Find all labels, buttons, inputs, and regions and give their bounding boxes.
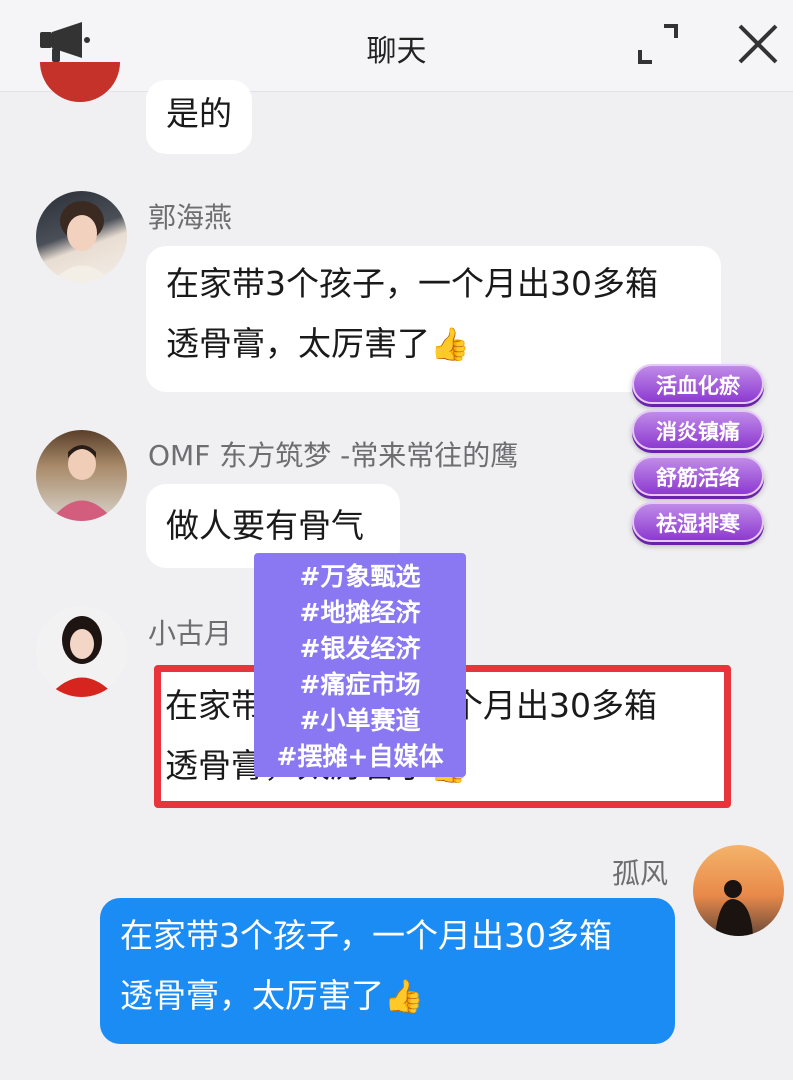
hashtag: #银发经济 <box>299 634 421 663</box>
message-text-line: 透骨膏，太厉害了 <box>166 324 430 363</box>
tag-pill[interactable]: 舒筋活络 <box>632 456 764 496</box>
close-icon[interactable] <box>736 22 780 66</box>
sender-name: 孤风 <box>612 857 669 890</box>
avatar[interactable] <box>693 845 784 936</box>
message-text: 是的 <box>166 94 232 133</box>
avatar[interactable] <box>40 62 120 102</box>
message-text-line: 透骨膏，太厉害了 <box>120 976 384 1015</box>
thumbs-up-icon: 👍 <box>430 325 470 363</box>
message-text: 做人要有骨气 <box>166 506 364 545</box>
tag-pill[interactable]: 祛湿排寒 <box>632 502 764 542</box>
hashtag: #摆摊+自媒体 <box>276 742 444 771</box>
tag-pill[interactable]: 活血化瘀 <box>632 364 764 404</box>
avatar[interactable] <box>36 191 127 282</box>
avatar[interactable] <box>36 430 127 521</box>
hashtag: #万象甄选 <box>299 562 421 591</box>
tag-pill[interactable]: 消炎镇痛 <box>632 410 764 450</box>
message-bubble[interactable]: 是的 <box>146 80 252 154</box>
message-bubble[interactable]: 在家带3个孩子，一个月出30多箱 透骨膏，太厉害了👍 <box>146 246 721 392</box>
hashtag: #地摊经济 <box>299 598 421 627</box>
chat-header: 聊天 <box>0 0 793 92</box>
hashtag: #痛症市场 <box>299 670 421 699</box>
sender-name: OMF 东方筑梦 -常来常往的鹰 <box>148 439 519 472</box>
my-message-bubble[interactable]: 在家带3个孩子，一个月出30多箱 透骨膏，太厉害了👍 <box>100 898 675 1044</box>
expand-icon[interactable] <box>636 22 680 66</box>
avatar[interactable] <box>36 606 127 697</box>
message-text-line: 在家带3个孩子，一个月出30多箱 <box>120 916 612 955</box>
hashtag-overlay: #万象甄选 #地摊经济 #银发经济 #痛症市场 #小单赛道 #摆摊+自媒体 <box>254 553 466 777</box>
thumbs-up-icon: 👍 <box>384 977 424 1015</box>
sender-name: 小古月 <box>148 617 233 650</box>
message-text-line: 在家带3个孩子，一个月出30多箱 <box>166 264 658 303</box>
hashtag: #小单赛道 <box>299 706 421 735</box>
sender-name: 郭海燕 <box>148 201 233 234</box>
